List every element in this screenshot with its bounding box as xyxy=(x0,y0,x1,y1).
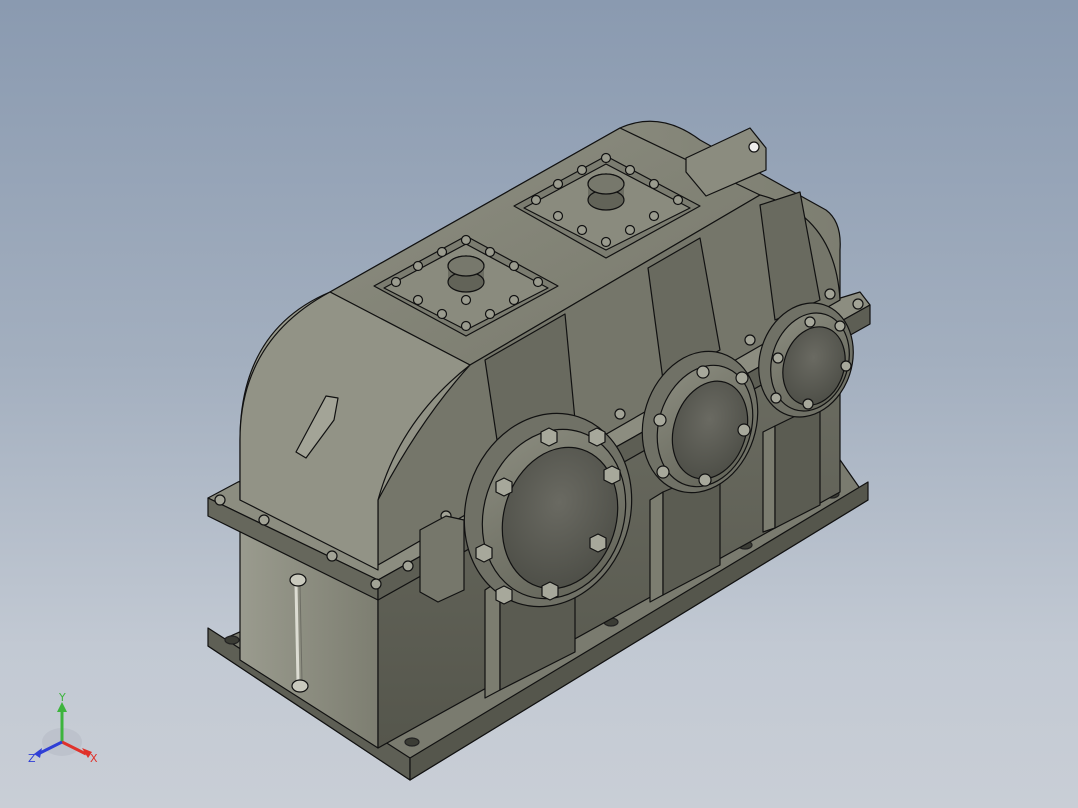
z-axis-label: Z xyxy=(28,752,36,765)
y-axis-label: Y xyxy=(58,692,66,704)
view-orientation-triad[interactable]: Y X Z xyxy=(22,692,106,772)
gearbox-model[interactable] xyxy=(0,0,1078,808)
graphics-viewport[interactable]: Y X Z xyxy=(0,0,1078,808)
x-axis-label: X xyxy=(90,752,98,765)
